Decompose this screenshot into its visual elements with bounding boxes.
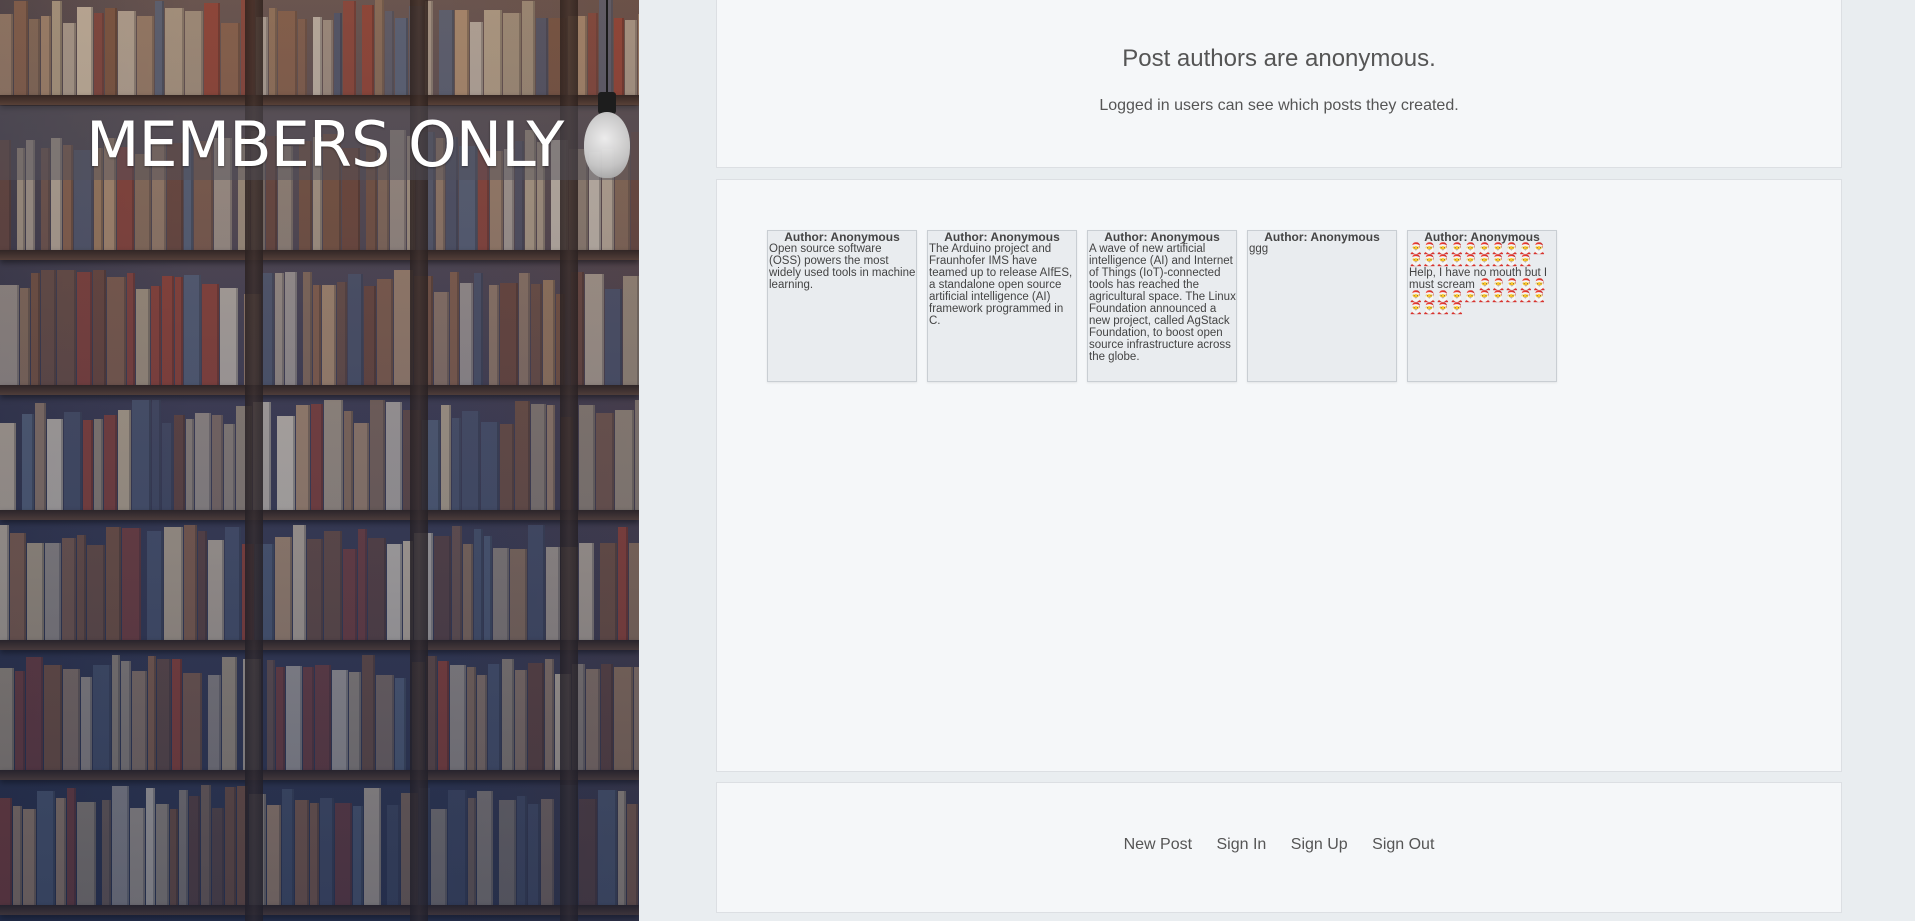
post-author: Author: Anonymous [1104,230,1220,244]
post-body: A wave of new artificial intelligence (A… [1089,243,1236,363]
sign-up-link[interactable]: Sign Up [1291,836,1348,854]
lightbulb-cap [598,92,616,114]
footer-panel: New Post Sign In Sign Up Sign Out [716,782,1842,913]
santa-emoji-row: 🎅🎅🎅🎅🎅🎅🎅🎅🎅🎅🎅🎅🎅🎅🎅🎅🎅🎅🎅 [1409,243,1546,267]
post-card[interactable]: Author: Anonymous ggg [1247,230,1397,382]
sign-out-link[interactable]: Sign Out [1372,836,1434,854]
post-author: Author: Anonymous [784,230,900,244]
posts-panel: Author: Anonymous Open source software (… [716,179,1842,772]
post-author: Author: Anonymous [1424,230,1540,244]
footer-nav: New Post Sign In Sign Up Sign Out [717,836,1841,854]
lightbulb-wire [606,0,608,100]
post-body: Open source software (OSS) powers the mo… [769,243,916,291]
new-post-link[interactable]: New Post [1124,836,1192,854]
post-card[interactable]: Author: Anonymous A wave of new artifici… [1087,230,1237,382]
lightbulb-icon [584,112,630,178]
hero-panel: MEMBERS ONLY [0,0,639,921]
post-body: ggg [1249,243,1269,255]
intro-subline: Logged in users can see which posts they… [1099,97,1459,114]
intro-headline: Post authors are anonymous. [1122,45,1436,72]
post-card[interactable]: Author: Anonymous The Arduino project an… [927,230,1077,382]
sign-in-link[interactable]: Sign In [1217,836,1267,854]
post-card[interactable]: Author: Anonymous Open source software (… [767,230,917,382]
post-body: The Arduino project and Fraunhofer IMS h… [929,243,1073,327]
post-body: 🎅🎅🎅🎅🎅🎅🎅🎅🎅🎅🎅🎅🎅🎅🎅🎅🎅🎅🎅 Help, I have no mout… [1408,243,1556,315]
page: MEMBERS ONLY Post authors are anonymous.… [0,0,1915,921]
intro-panel: Post authors are anonymous. Logged in us… [716,0,1842,168]
site-title: MEMBERS ONLY [86,108,564,181]
post-author: Author: Anonymous [944,230,1060,244]
post-card[interactable]: Author: Anonymous 🎅🎅🎅🎅🎅🎅🎅🎅🎅🎅🎅🎅🎅🎅🎅🎅🎅🎅🎅 He… [1407,230,1557,382]
post-author: Author: Anonymous [1264,230,1380,244]
